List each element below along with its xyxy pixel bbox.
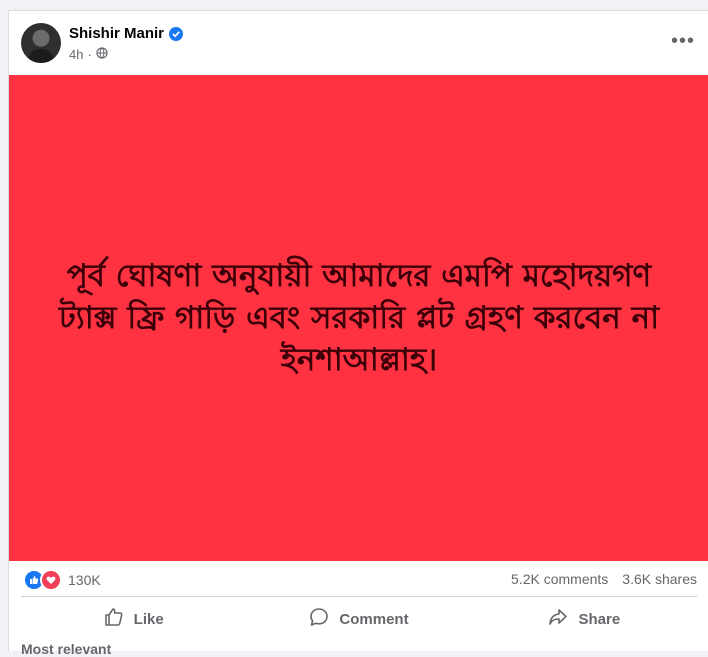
comment-button[interactable]: Comment [246, 597, 471, 641]
author-avatar[interactable] [21, 23, 61, 63]
post-header: Shishir Manir 4h · ••• [9, 11, 708, 75]
comment-sort-label[interactable]: Most relevant [21, 641, 111, 657]
author-name[interactable]: Shishir Manir [69, 25, 164, 42]
reaction-count: 130K [68, 572, 101, 588]
post-time[interactable]: 4h [69, 47, 83, 62]
verified-icon [169, 26, 184, 41]
comment-label: Comment [339, 610, 409, 628]
share-button[interactable]: Share [472, 597, 697, 641]
globe-icon [96, 47, 108, 62]
share-label: Share [578, 610, 621, 628]
thumbs-up-icon [104, 607, 124, 631]
engagement-counts: 5.2K comments 3.6K shares [511, 571, 697, 587]
share-arrow-icon [548, 607, 568, 631]
post-card: Shishir Manir 4h · ••• পূর্ব ঘোষণা অনুযা… [8, 10, 708, 657]
love-reaction-icon [40, 569, 62, 591]
post-actions: Like Comment Share [21, 596, 697, 641]
post-meta: 4h · [69, 47, 108, 62]
comment-icon [309, 607, 329, 631]
post-image[interactable]: পূর্ব ঘোষণা অনুযায়ী আমাদের এমপি মহোদয়গ… [9, 75, 708, 561]
author-name-row: Shishir Manir [69, 25, 184, 42]
post-stats: 130K 5.2K comments 3.6K shares [9, 561, 708, 595]
comments-count[interactable]: 5.2K comments [511, 571, 608, 587]
like-button[interactable]: Like [21, 597, 246, 641]
separator-dot: · [87, 47, 92, 62]
reaction-summary[interactable]: 130K [23, 569, 101, 591]
like-label: Like [133, 610, 164, 628]
more-options-icon[interactable]: ••• [671, 31, 695, 51]
post-image-text: পূর্ব ঘোষণা অনুযায়ী আমাদের এমপি মহোদয়গ… [58, 258, 660, 378]
shares-count[interactable]: 3.6K shares [622, 571, 697, 587]
